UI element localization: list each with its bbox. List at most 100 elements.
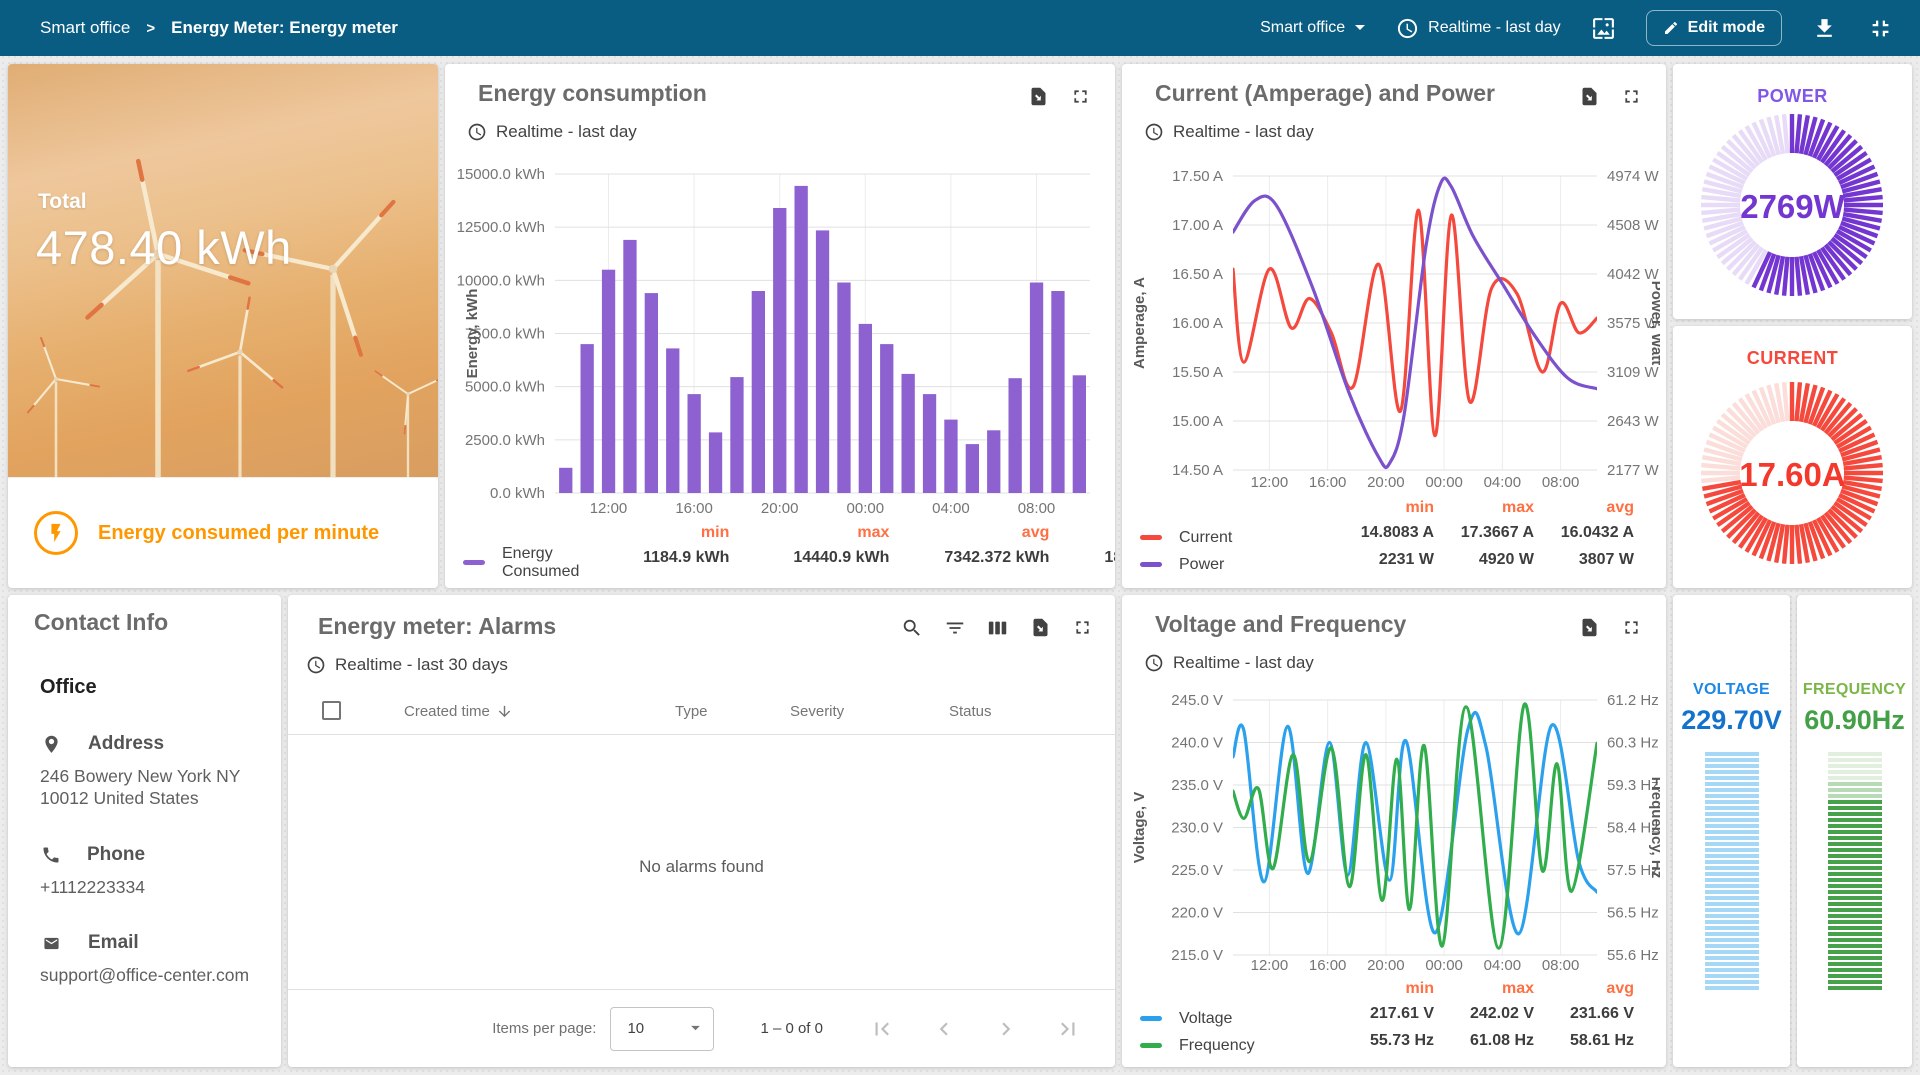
legend-voltage[interactable]: Voltage xyxy=(1140,1005,1322,1032)
column-type[interactable]: Type xyxy=(675,703,708,720)
page-range-label: 1 – 0 of 0 xyxy=(760,1020,823,1037)
svg-text:2177 W: 2177 W xyxy=(1607,462,1660,479)
last-page-icon[interactable] xyxy=(1055,1016,1081,1042)
svg-text:20:00: 20:00 xyxy=(761,500,799,517)
fullscreen-icon[interactable] xyxy=(1621,617,1642,638)
export-icon[interactable] xyxy=(1579,617,1600,638)
svg-text:3109 W: 3109 W xyxy=(1607,364,1660,381)
svg-text:0.0 kWh: 0.0 kWh xyxy=(490,485,545,502)
svg-text:12:00: 12:00 xyxy=(1251,957,1289,974)
fullscreen-icon[interactable] xyxy=(1621,86,1642,107)
stat-header-max: max xyxy=(1434,980,1534,1005)
legend-energy-consumed[interactable]: Energy Consumed xyxy=(463,549,579,576)
fullscreen-icon[interactable] xyxy=(1070,86,1091,107)
timewindow-button[interactable]: Realtime - last day xyxy=(1396,17,1561,40)
svg-text:20:00: 20:00 xyxy=(1367,474,1405,491)
pencil-icon xyxy=(1663,20,1679,36)
filter-icon[interactable] xyxy=(944,617,966,639)
column-status[interactable]: Status xyxy=(949,703,992,720)
svg-text:16.00 A: 16.00 A xyxy=(1172,315,1223,332)
address-value: 246 Bowery New York NY 10012 United Stat… xyxy=(40,765,255,810)
total-energy-card: Total 478.40 kWh Energy consumed per min… xyxy=(8,64,438,588)
energy-per-minute-row: Energy consumed per minute xyxy=(8,477,438,588)
phone-value: +1112223334 xyxy=(40,876,255,898)
svg-text:2500.0 kWh: 2500.0 kWh xyxy=(465,432,545,449)
stat-header-max: max xyxy=(729,524,889,549)
legend-frequency[interactable]: Frequency xyxy=(1140,1032,1322,1059)
alarms-table-header: Created time Type Severity Status xyxy=(288,691,1115,735)
download-icon[interactable] xyxy=(1812,16,1837,41)
entity-select[interactable]: Smart office xyxy=(1260,19,1366,37)
stat-header-min: min xyxy=(1322,499,1434,524)
current-avg: 16.0432 A xyxy=(1534,524,1634,551)
export-icon[interactable] xyxy=(1028,86,1049,107)
breadcrumb-dashboard-link[interactable]: Smart office xyxy=(40,18,130,38)
legend-power[interactable]: Power xyxy=(1140,551,1322,578)
svg-text:235.0 V: 235.0 V xyxy=(1171,777,1223,794)
svg-text:4508 W: 4508 W xyxy=(1607,217,1660,234)
svg-text:12:00: 12:00 xyxy=(590,500,628,517)
screenshot-icon[interactable] xyxy=(1591,16,1616,41)
current-gauge-widget: CURRENT 17.60A xyxy=(1673,326,1912,588)
voltage-frequency-chart[interactable]: 12:0016:0020:0000:0004:0008:00245.0 V61.… xyxy=(1128,681,1660,984)
stat-header-total: total xyxy=(1049,524,1115,549)
exit-fullscreen-icon[interactable] xyxy=(1867,15,1894,42)
svg-text:04:00: 04:00 xyxy=(1484,474,1522,491)
timewindow-label: Realtime - last day xyxy=(1428,19,1561,37)
cp-chart-timewindow: Realtime - last day xyxy=(1173,122,1314,142)
legend-dash xyxy=(1140,562,1162,567)
items-per-page-select[interactable]: 10 xyxy=(610,1007,714,1051)
phone-label: Phone xyxy=(87,844,145,866)
svg-text:56.5 Hz: 56.5 Hz xyxy=(1607,905,1659,922)
current-power-chart[interactable]: 12:0016:0020:0000:0004:0008:0017.50 A497… xyxy=(1128,154,1660,507)
voltage-min: 217.61 V xyxy=(1322,1005,1434,1032)
voltage-gauge-value: 229.70V xyxy=(1673,705,1790,736)
power-avg: 3807 W xyxy=(1534,551,1634,578)
svg-text:Power, Watt: Power, Watt xyxy=(1648,281,1660,365)
energy-chart-title: Energy consumption xyxy=(478,80,707,107)
prev-page-icon[interactable] xyxy=(931,1016,957,1042)
columns-icon[interactable] xyxy=(987,617,1009,639)
sort-desc-icon xyxy=(496,703,513,720)
svg-text:230.0 V: 230.0 V xyxy=(1171,820,1223,837)
svg-text:17.50 A: 17.50 A xyxy=(1172,168,1223,185)
svg-text:15000.0 kWh: 15000.0 kWh xyxy=(457,166,545,183)
entity-select-label: Smart office xyxy=(1260,19,1345,37)
alarms-timewindow: Realtime - last 30 days xyxy=(335,655,508,675)
svg-text:15.00 A: 15.00 A xyxy=(1172,413,1223,430)
breadcrumb: Smart office > Energy Meter: Energy mete… xyxy=(40,18,398,38)
clock-icon xyxy=(1396,17,1419,40)
breadcrumb-separator: > xyxy=(146,20,155,37)
svg-text:08:00: 08:00 xyxy=(1018,500,1056,517)
power-gauge-value: 2769W xyxy=(1673,188,1912,226)
next-page-icon[interactable] xyxy=(993,1016,1019,1042)
email-value: support@office-center.com xyxy=(40,964,255,986)
select-all-checkbox[interactable] xyxy=(322,701,341,720)
search-icon[interactable] xyxy=(901,617,923,639)
legend-current[interactable]: Current xyxy=(1140,524,1322,551)
lightning-icon xyxy=(34,511,78,555)
frequency-min: 55.73 Hz xyxy=(1322,1032,1434,1059)
current-gauge-value: 17.60A xyxy=(1673,456,1912,494)
chevron-down-icon xyxy=(690,1025,701,1032)
clock-icon xyxy=(1144,653,1164,673)
svg-text:16.50 A: 16.50 A xyxy=(1172,266,1223,283)
column-severity[interactable]: Severity xyxy=(790,703,844,720)
voltage_frequency-svg: 12:0016:0020:0000:0004:0008:00245.0 V61.… xyxy=(1128,681,1660,979)
power-max: 4920 W xyxy=(1434,551,1534,578)
fullscreen-icon[interactable] xyxy=(1072,617,1093,638)
legend-dash xyxy=(1140,1016,1162,1021)
svg-text:60.3 Hz: 60.3 Hz xyxy=(1607,735,1659,752)
export-icon[interactable] xyxy=(1030,617,1051,638)
svg-text:04:00: 04:00 xyxy=(932,500,970,517)
energy-consumption-chart[interactable]: 12:0016:0020:0000:0004:0008:0015000.0 kW… xyxy=(453,152,1109,529)
no-alarms-message: No alarms found xyxy=(288,857,1115,877)
vf-chart-title: Voltage and Frequency xyxy=(1155,611,1406,638)
top-navbar: Smart office > Energy Meter: Energy mete… xyxy=(0,0,1920,56)
voltage-gauge-widget: VOLTAGE 229.70V xyxy=(1673,595,1790,1067)
export-icon[interactable] xyxy=(1579,86,1600,107)
column-created-time[interactable]: Created time xyxy=(404,703,513,720)
phone-icon xyxy=(41,845,61,865)
edit-mode-button[interactable]: Edit mode xyxy=(1646,10,1782,46)
first-page-icon[interactable] xyxy=(869,1016,895,1042)
